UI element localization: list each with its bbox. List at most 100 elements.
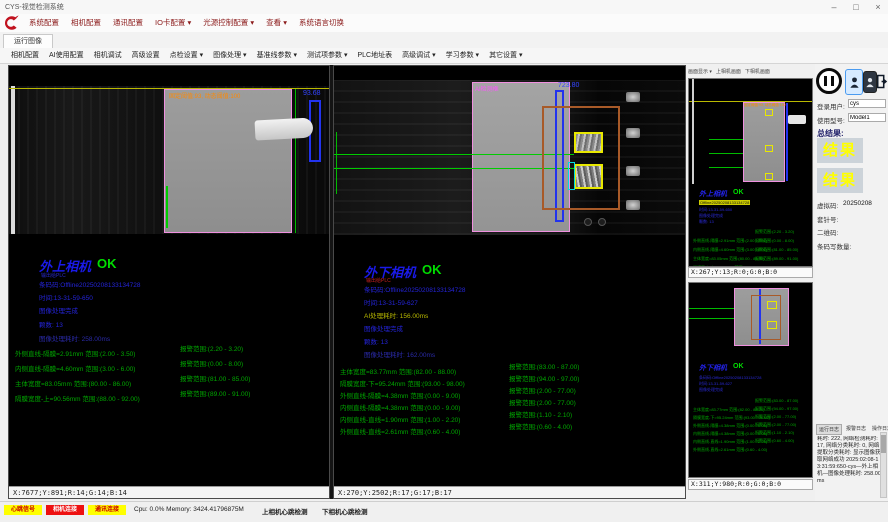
machine-hole [584,218,592,226]
alarm-range: 报警范围:(94.00 - 97.00) [509,373,579,383]
left-camera-result: OK [97,256,117,271]
yellow-detect-box [765,173,773,180]
login-user-field[interactable] [848,99,886,108]
minimize-button[interactable]: – [828,0,840,14]
yellow-detect-box [767,301,777,309]
menu-item-system-config[interactable]: 系统配置 [23,14,65,32]
tool-baseline-params[interactable]: 基准线参数 ▾ [252,48,302,64]
thumb-tab-top-camera[interactable]: 上相机画面 [716,68,741,75]
log-tab-alarm[interactable]: 报警日志 [844,424,868,435]
tool-advanced-settings[interactable]: 高级设置 [127,48,165,64]
title-bar: CYS-视觉检测系统 – □ × [0,0,888,15]
top-camera-thumbnail[interactable]: 固定阈值:93, 动态阈值:100 外上相机 OK Offline2025020… [688,78,813,267]
qr-code-label: 二维码: [817,227,838,237]
measure-value: 主体宽度=83.05mm 范围:(80.00 - 86.00) [15,381,131,388]
center-camera-panel: AI检测框 723.80 外下相机 [333,65,686,499]
menu-item-comm-config[interactable]: 通讯配置 [107,14,149,32]
left-camera-image[interactable]: 固定阈值:93, 动态阈值:100 93.68 [9,86,329,234]
alarm-range: 报警范围:(0.60 - 4.00) [755,438,794,444]
thumb-display-menu[interactable]: 画面显示 ▾ [688,68,712,75]
alarm-range: 报警范围:(2.00 - 77.00) [509,385,576,395]
top-camera-heartbeat-status: 上相机心跳检测 [262,506,308,516]
alarm-range: 报警范围:(81.00 - 85.00) [180,373,250,383]
yellow-detect-box [767,321,777,329]
alarm-range: 报警范围:(83.00 - 87.00) [509,361,579,371]
scrollbar-thumb[interactable] [881,435,886,453]
center-count-text: 颗数: 13 [364,336,388,346]
threshold-overlay-text: 固定阈值:93, 动态阈值:100 [744,103,786,108]
alarm-range: 报警范围:(2.00 - 77.00) [509,397,576,407]
green-measure-line [709,139,743,140]
status-bar: 心跳信号 相机连接 通讯连接 Cpu: 0.0% Memory: 3424.41… [0,501,888,518]
measure-value: 外侧直线-隔膜=2.91mm 范围:(2.00 - 3.50) [15,351,135,358]
alarm-range: 报警范围:(94.00 - 97.00) [755,406,798,412]
alarm-range: 报警范围:(0.00 - 8.00) [180,358,243,368]
tool-test-params[interactable]: 测试项参数 ▾ [302,48,352,64]
measurement-row: 隔膜宽度-上=90.56mm 范围:(88.00 - 92.00) 报警范围:(… [15,388,140,406]
tool-image-processing[interactable]: 图像处理 ▾ [208,48,251,64]
machine-knob [626,92,640,102]
blue-roi-value: 723.80 [558,82,579,89]
thumb-camera-title: 外上相机 [699,189,727,199]
left-count-text: 颗数: 13 [39,319,63,329]
model-field[interactable] [848,113,886,122]
app-window: CYS-视觉检测系统 – □ × 系统配置 相机配置 通讯配置 IO卡配置 ▾ … [0,0,888,522]
close-button[interactable]: × [872,0,884,14]
bottom-camera-thumbnail[interactable]: 外下相机 OK 条码码:Offline20250208133134728 时间:… [688,282,813,478]
left-camera-panel: 固定阈值:93, 动态阈值:100 93.68 外上相机 OK 输出给PLC 条… [8,65,330,499]
green-measure-line [334,154,574,155]
ai-detect-label: AI检测框 [475,84,499,93]
user-icon [850,76,859,89]
tool-learning-params[interactable]: 学习参数 ▾ [441,48,484,64]
exit-button[interactable] [876,69,888,93]
app-logo-icon [3,15,19,31]
maximize-button[interactable]: □ [850,0,862,14]
yellow-detect-box [574,132,603,153]
bright-strip [692,79,694,184]
yellow-detect-box [574,164,603,189]
menu-item-io-config[interactable]: IO卡配置 ▾ [149,14,197,32]
menu-item-view[interactable]: 查看 ▾ [260,14,293,32]
operator-user-button[interactable] [845,69,863,95]
tool-camera-debug[interactable]: 相机调试 [89,48,127,64]
thumb-tab-bottom-camera[interactable]: 下相机画面 [745,68,770,75]
threshold-overlay-text: 固定阈值:93, 动态阈值:100 [169,91,240,100]
tab-run-image[interactable]: 运行图像 [3,34,53,48]
alarm-range: 报警范围:(2.00 - 77.00) [755,422,796,428]
left-barcode-text: 条码码:Offline20250208133134728 [39,279,140,289]
window-controls: – □ × [828,0,884,14]
menu-item-light-config[interactable]: 光源控制配置 ▾ [197,14,260,32]
left-done-text: 图像处理完成 [39,305,78,315]
tool-ai-config[interactable]: AI使用配置 [44,48,89,64]
thumb-camera-result: OK [733,189,744,196]
bottom-camera-heartbeat-status: 下相机心跳检测 [322,506,368,516]
admin-user-button[interactable] [863,71,877,93]
tool-spot-check[interactable]: 点检设置 ▾ [165,48,208,64]
log-tab-run[interactable]: 运行日志 [816,424,842,435]
thumbnail-header: 画面显示 ▾ 上相机画面 下相机画面 [688,65,813,77]
tool-camera-config[interactable]: 相机配置 [6,48,44,64]
menu-item-camera-config[interactable]: 相机配置 [65,14,107,32]
center-ai-time-text: AI处理耗时: 156.00ms [364,310,428,320]
center-camera-image[interactable]: AI检测框 723.80 [334,80,685,235]
model-label: 使用型号: [817,115,845,125]
thumb-camera-title: 外下相机 [699,363,727,373]
log-scrollbar[interactable] [880,432,887,498]
green-measure-line [334,168,574,169]
machine-hole [598,218,606,226]
alarm-range: 报警范围:(2.20 - 3.20) [755,229,794,235]
result-badge-bottom: 结果 [817,168,863,193]
cyan-roi-box [568,162,575,190]
tab-row: 运行图像 [0,32,888,49]
tool-plc-address-table[interactable]: PLC地址表 [353,48,398,64]
measure-value: 外侧直线-直线=2.61mm 范围:(0.60 - 4.00) [340,429,460,436]
measurement-row: 外侧直线-直线=2.61mm 范围:(0.60 - 4.00) 报警范围:(0.… [693,438,767,456]
thumbnail-column: 画面显示 ▾ 上相机画面 下相机画面 固定阈值:93, 动态阈值:100 外上相… [688,64,813,501]
tool-other-settings[interactable]: 其它设置 ▾ [484,48,527,64]
log-text: 耗时: 222, 网络检测耗时: 17, 网络分类耗时: 0, 网络提取分类耗时… [817,436,881,496]
menu-item-language-switch[interactable]: 系统语言切换 [293,14,350,32]
pause-button[interactable] [816,68,842,94]
window-title: CYS-视觉检测系统 [5,2,64,12]
tool-advanced-debug[interactable]: 高级调试 ▾ [397,48,440,64]
green-measure-line [689,318,734,319]
